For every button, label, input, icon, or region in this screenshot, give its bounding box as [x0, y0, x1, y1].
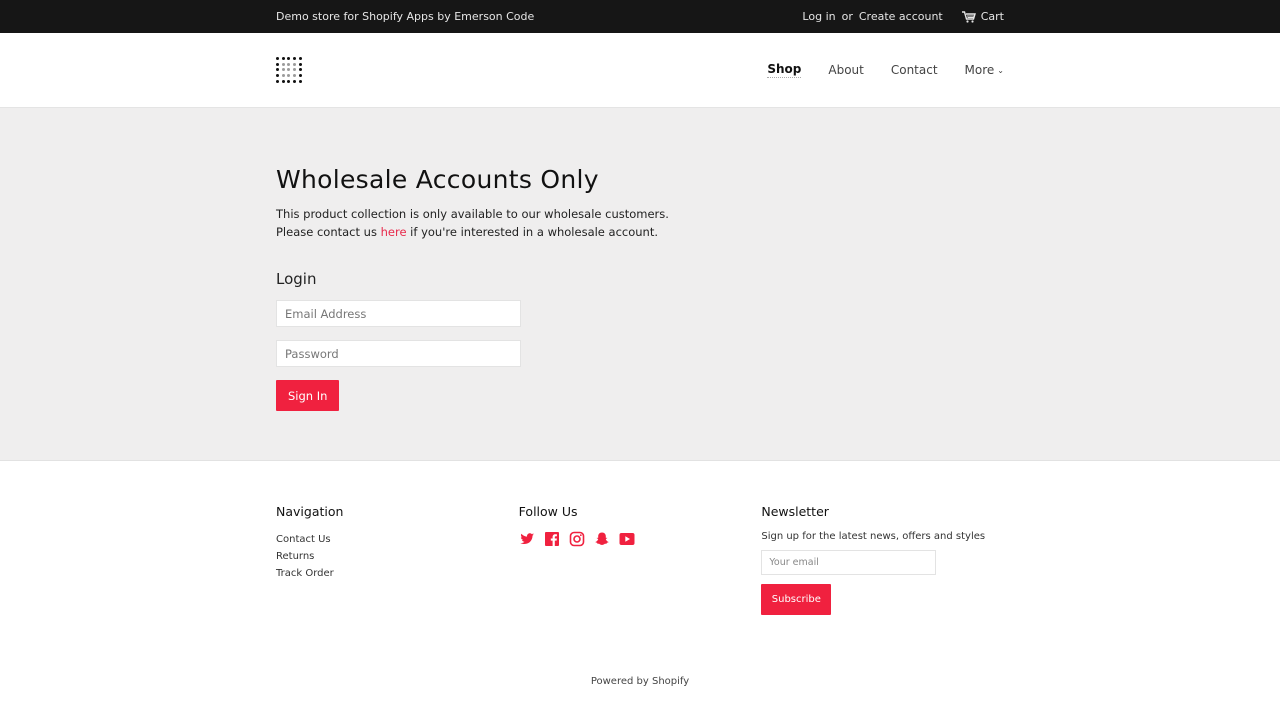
- newsletter-email-input[interactable]: Your email: [761, 550, 937, 575]
- contact-here-link[interactable]: here: [381, 225, 407, 239]
- instagram-icon[interactable]: [569, 531, 585, 547]
- announcement-text: Demo store for Shopify Apps by Emerson C…: [276, 10, 535, 23]
- login-link[interactable]: Log in: [802, 10, 835, 23]
- email-placeholder: Email Address: [285, 306, 367, 321]
- announcement-bar: Demo store for Shopify Apps by Emerson C…: [0, 0, 1280, 33]
- footer-navigation-heading: Navigation: [276, 504, 344, 519]
- chevron-down-icon: ⌄: [997, 65, 1004, 75]
- footer-newsletter: Newsletter Sign up for the latest news, …: [761, 504, 1004, 615]
- footer-follow-heading: Follow Us: [518, 504, 578, 519]
- footer-navigation: Navigation Contact Us Returns Track Orde…: [276, 504, 519, 615]
- footer-link-contact-us[interactable]: Contact Us: [276, 534, 331, 545]
- nav-more[interactable]: More ⌄: [965, 63, 1004, 77]
- password-field[interactable]: Password: [276, 340, 521, 367]
- newsletter-placeholder: Your email: [769, 557, 819, 568]
- password-placeholder: Password: [285, 346, 339, 361]
- dot-grid-logo-icon[interactable]: [276, 57, 302, 83]
- cart-icon: [961, 10, 976, 23]
- facebook-icon[interactable]: [544, 531, 560, 547]
- nav-shop[interactable]: Shop: [767, 62, 802, 78]
- sign-in-button[interactable]: Sign In: [276, 380, 340, 411]
- subscribe-button[interactable]: Subscribe: [761, 584, 832, 615]
- description-line-2-end: if you're interested in a wholesale acco…: [406, 224, 659, 239]
- page-title: Wholesale Accounts Only: [276, 165, 599, 194]
- footer-link-track-order[interactable]: Track Order: [276, 568, 334, 579]
- login-heading: Login: [276, 270, 317, 288]
- description-line-2-start: Please contact us: [276, 224, 381, 239]
- cart-label: Cart: [980, 10, 1004, 23]
- cart-link[interactable]: Cart: [961, 10, 1004, 23]
- nav-more-label: More: [964, 63, 995, 77]
- site-footer: Navigation Contact Us Returns Track Orde…: [0, 461, 1280, 687]
- newsletter-text: Sign up for the latest news, offers and …: [761, 531, 986, 542]
- twitter-icon[interactable]: [519, 531, 535, 547]
- description-line-1: This product collection is only availabl…: [276, 207, 669, 221]
- powered-by-shopify[interactable]: Powered by Shopify: [0, 676, 1280, 687]
- page-description: This product collection is only availabl…: [276, 206, 1004, 241]
- site-header: Shop About Contact More ⌄: [0, 33, 1280, 108]
- youtube-icon[interactable]: [619, 531, 635, 547]
- newsletter-heading: Newsletter: [761, 504, 829, 519]
- main-nav: Shop About Contact More ⌄: [767, 62, 1004, 78]
- email-field[interactable]: Email Address: [276, 300, 521, 327]
- main-content: Wholesale Accounts Only This product col…: [0, 108, 1280, 461]
- or-text: or: [841, 10, 853, 23]
- footer-follow: Follow Us: [519, 504, 762, 615]
- snapchat-icon[interactable]: [594, 531, 610, 547]
- create-account-link[interactable]: Create account: [859, 10, 943, 23]
- footer-link-returns[interactable]: Returns: [276, 551, 314, 562]
- nav-about[interactable]: About: [828, 63, 863, 77]
- nav-contact[interactable]: Contact: [891, 63, 938, 77]
